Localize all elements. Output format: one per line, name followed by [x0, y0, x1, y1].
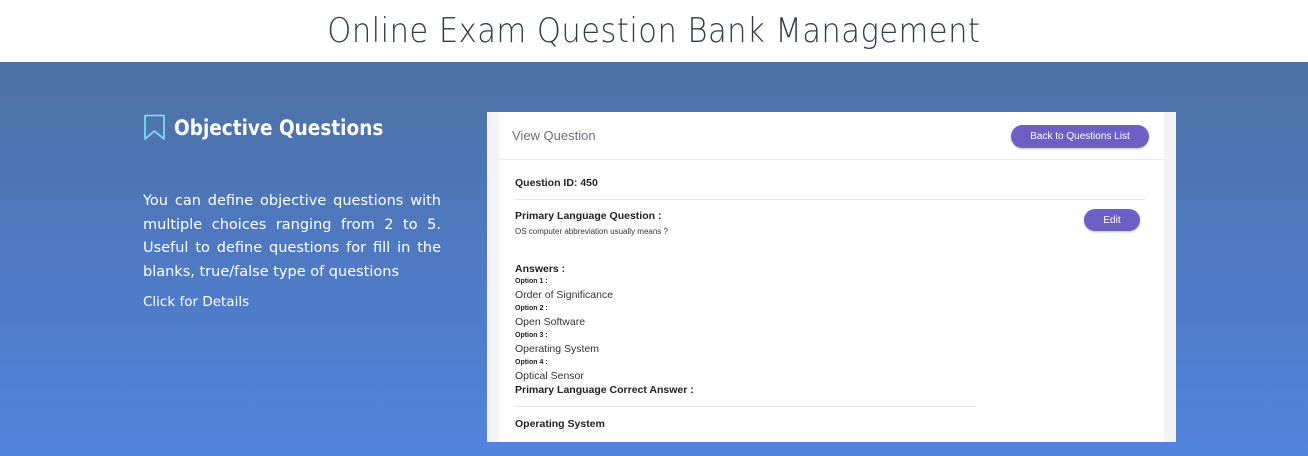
- option-label: Option 2 :: [515, 305, 548, 312]
- click-for-details-link[interactable]: Click for Details: [143, 294, 249, 310]
- option-value: Open Software: [515, 316, 586, 328]
- page-title: Online Exam Question Bank Management: [327, 11, 981, 51]
- answers-label: Answers :: [515, 263, 566, 275]
- option-label: Option 1 :: [515, 278, 548, 285]
- app-screenshot: View Question Back to Questions List Que…: [487, 112, 1176, 442]
- option-label: Option 4 :: [515, 359, 548, 366]
- primary-question-text: OS computer abbreviation usually means ?: [515, 227, 668, 236]
- panel-title: View Question: [512, 128, 596, 143]
- correct-answer-label: Primary Language Correct Answer :: [515, 384, 694, 396]
- feature-title: Objective Questions: [174, 115, 384, 140]
- panel-header: View Question Back to Questions List: [499, 112, 1164, 160]
- option-label: Option 3 :: [515, 332, 548, 339]
- primary-question-label: Primary Language Question :: [515, 210, 662, 222]
- correct-answer-value: Operating System: [515, 418, 605, 430]
- divider: [515, 199, 1145, 200]
- view-question-panel: View Question Back to Questions List Que…: [499, 112, 1164, 442]
- question-id-value: 450: [580, 177, 598, 189]
- page-header: Online Exam Question Bank Management: [0, 0, 1308, 62]
- feature-heading: Objective Questions: [143, 114, 412, 141]
- question-id-label: Question ID:: [515, 177, 578, 189]
- bookmark-icon: [144, 114, 165, 140]
- back-to-questions-list-button[interactable]: Back to Questions List: [1011, 125, 1149, 148]
- divider: [515, 406, 977, 407]
- option-value: Optical Sensor: [515, 370, 584, 382]
- feature-section: Objective Questions You can define objec…: [0, 62, 1308, 456]
- question-id-row: Question ID: 450: [515, 177, 598, 189]
- feature-description: You can define objective questions with …: [143, 193, 441, 280]
- option-value: Operating System: [515, 343, 600, 355]
- edit-button[interactable]: Edit: [1084, 209, 1140, 231]
- option-value: Order of Significance: [515, 289, 614, 301]
